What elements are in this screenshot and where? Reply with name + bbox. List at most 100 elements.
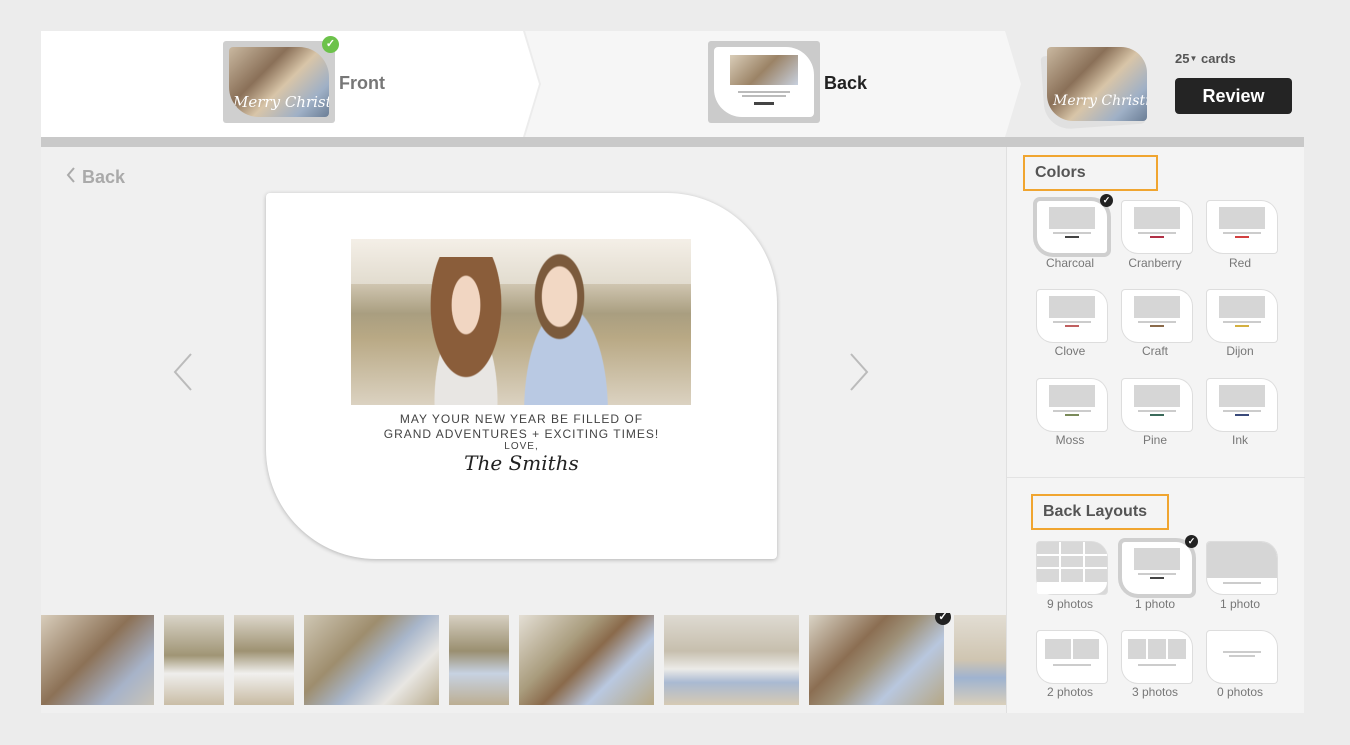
color-swatch-dijon[interactable] [1207,290,1277,342]
swatch-accent [1065,236,1079,238]
color-swatch-red[interactable] [1207,201,1277,253]
step-front[interactable]: Merry Christmas Front [41,31,539,137]
back-thumb-photo [730,55,798,85]
swatch-photo [1168,639,1186,659]
swatch-photo [1073,639,1099,659]
swatch-accent [1235,236,1249,238]
options-panel: Colors ✓ Charcoal Cranberry Red Clove Cr… [1006,147,1305,713]
quantity-value: 25 [1175,51,1190,66]
selected-check-icon: ✓ [1100,194,1113,207]
swatch-photo [1148,639,1166,659]
film-photo-8[interactable] [809,615,944,705]
swatch-photo [1219,207,1265,229]
back-thumb-card [714,47,814,117]
stack-script-text: Merry Christmas [1053,93,1147,109]
film-photo-4[interactable] [304,615,439,705]
color-swatch-charcoal[interactable] [1037,201,1107,253]
film-photo-2[interactable] [164,615,224,705]
progress-bar [41,137,1304,147]
swatch-line [1229,655,1255,657]
color-swatch-clove[interactable] [1037,290,1107,342]
card-photo[interactable] [351,239,691,405]
section-divider [1007,477,1305,478]
film-photo-1[interactable] [41,615,154,705]
layout-1-photo-a[interactable] [1122,542,1192,594]
card-back-preview[interactable]: MAY YOUR NEW YEAR BE FILLED OF GRAND ADV… [266,193,777,559]
swatch-line [1138,573,1176,575]
film-photo-7[interactable] [664,615,799,705]
color-label: Craft [1141,344,1168,358]
stack-card-front[interactable]: Merry Christmas [1047,47,1147,121]
layout-label: 0 photos [1216,685,1264,699]
colors-heading: Colors [1023,155,1158,191]
swatch-accent [1065,414,1079,416]
layout-1-photo-b[interactable] [1207,542,1277,594]
layout-footer [1037,582,1107,594]
film-photo-3[interactable] [234,615,294,705]
color-swatch-moss[interactable] [1037,379,1107,431]
color-swatch-cranberry[interactable] [1122,201,1192,253]
swatch-photo [1219,385,1265,407]
swatch-line [1138,664,1176,666]
layout-2-photos[interactable] [1037,631,1107,683]
swatch-accent [1235,325,1249,327]
swatch-line [1053,321,1091,323]
swatch-line [1223,321,1261,323]
review-area: Merry Christmas 25▼ cards Review [1040,39,1304,135]
next-arrow-icon[interactable] [847,352,871,392]
prev-arrow-icon[interactable] [171,352,195,392]
caret-down-icon: ▼ [1189,54,1198,63]
swatch-line [1223,582,1261,584]
step-back-label[interactable]: Back [824,73,867,94]
layout-9-photos[interactable] [1037,542,1107,594]
front-photo: Merry Christmas [229,47,329,117]
swatch-line [1223,651,1261,653]
swatch-photo [1219,296,1265,318]
color-label: Clove [1054,344,1086,358]
color-swatch-craft[interactable] [1122,290,1192,342]
card-editor: Back MAY YOUR NEW YEAR BE FILLED OF GRAN… [41,147,1006,613]
color-label: Moss [1055,433,1085,447]
color-swatch-ink[interactable] [1207,379,1277,431]
swatch-photo [1134,548,1180,570]
film-photo-9[interactable] [954,615,1006,705]
film-photo-5[interactable] [449,615,509,705]
swatch-photo [1045,639,1071,659]
layout-0-photos[interactable] [1207,631,1277,683]
step-bar: Merry Christmas Front ✓ Back Merry Chris… [41,31,1304,137]
color-label: Red [1228,256,1251,270]
swatch-photo [1128,639,1146,659]
film-photo-6[interactable] [519,615,654,705]
layout-label: 1 photo [1219,597,1261,611]
swatch-photo [1207,542,1277,578]
swatch-line [1223,410,1261,412]
step-front-label[interactable]: Front [339,73,385,94]
swatch-line [1138,321,1176,323]
swatch-photo [1134,385,1180,407]
swatch-photo [1049,385,1095,407]
swatch-accent [1150,577,1164,579]
swatch-line [1138,410,1176,412]
back-link[interactable]: Back [66,167,125,188]
layout-label: 1 photo [1134,597,1176,611]
card-message-line-1[interactable]: MAY YOUR NEW YEAR BE FILLED OF [266,412,777,426]
layout-label: 3 photos [1131,685,1179,699]
color-swatch-pine[interactable] [1122,379,1192,431]
selected-photo-check-icon: ✓ [935,613,951,625]
layout-label: 9 photos [1046,597,1094,611]
color-label: Ink [1231,433,1248,447]
front-thumbnail[interactable]: Merry Christmas [223,41,335,123]
card-signature[interactable]: The Smiths [266,451,777,475]
color-label: Charcoal [1045,256,1095,270]
swatch-accent [1235,414,1249,416]
card-message-line-2[interactable]: GRAND ADVENTURES + EXCITING TIMES! [266,427,777,441]
layout-3-photos[interactable] [1122,631,1192,683]
quantity-unit: cards [1201,51,1236,66]
review-button[interactable]: Review [1175,78,1292,114]
color-label: Cranberry [1128,256,1182,270]
step-back[interactable]: Back [525,31,1021,137]
back-thumb-signature [754,102,774,105]
color-label: Pine [1142,433,1168,447]
back-thumbnail[interactable] [708,41,820,123]
quantity-selector[interactable]: 25▼ cards [1175,51,1236,66]
